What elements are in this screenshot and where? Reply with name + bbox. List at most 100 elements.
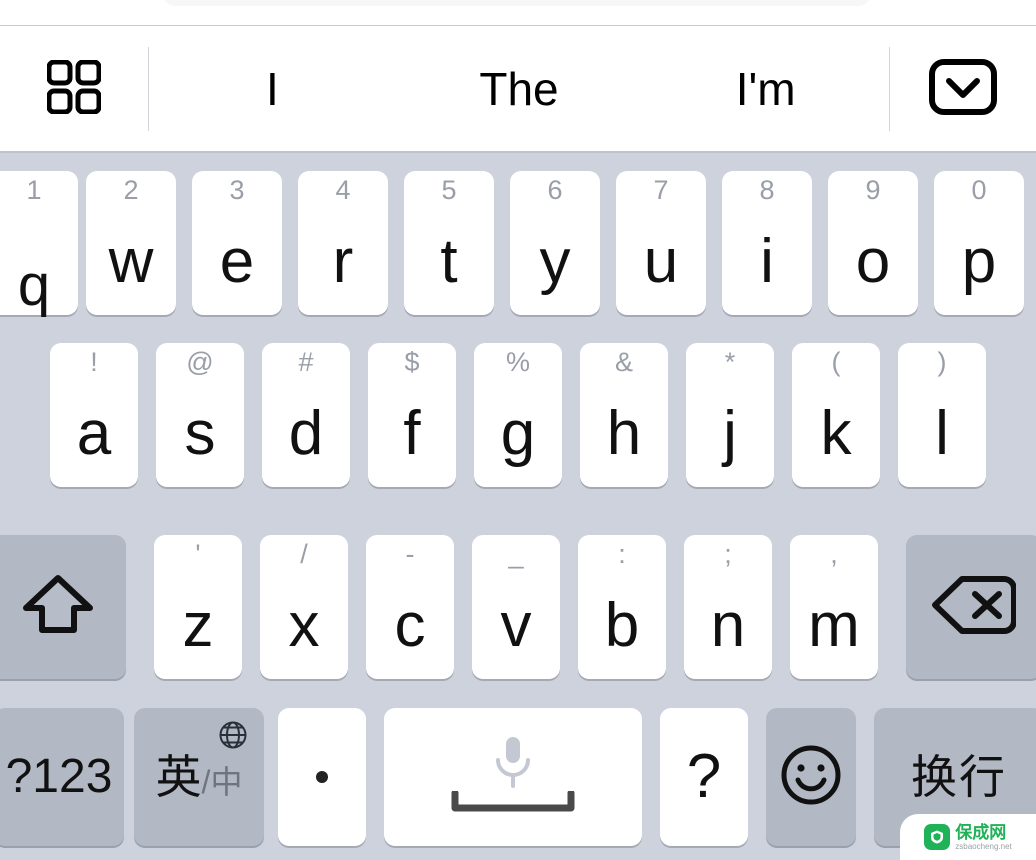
key-f[interactable]: $ f xyxy=(368,343,456,487)
key-c[interactable]: - c xyxy=(366,535,454,679)
period-key[interactable] xyxy=(278,708,366,846)
microphone-icon xyxy=(490,734,536,797)
key-k-alt-label: ( xyxy=(831,347,841,377)
backspace-key[interactable] xyxy=(906,535,1036,679)
site-watermark: 保成网 zsbaocheng.net xyxy=(900,814,1036,860)
key-t[interactable]: 5 t xyxy=(404,171,494,315)
key-j-label: j xyxy=(723,399,737,468)
keyboard-row-4: ?123 英 / 中 ? 换行 xyxy=(0,708,1036,846)
watermark-url: zsbaocheng.net xyxy=(955,841,1012,851)
key-a[interactable]: ! a xyxy=(50,343,138,487)
key-u[interactable]: 7 u xyxy=(616,171,706,315)
dismiss-keyboard-button[interactable] xyxy=(890,26,1036,152)
key-q-label: q xyxy=(17,253,51,318)
language-label-en: 英 xyxy=(155,751,202,803)
watermark-text: 保成网 zsbaocheng.net xyxy=(955,824,1012,851)
key-t-label: t xyxy=(440,227,458,296)
key-w-alt-label: 2 xyxy=(123,175,139,205)
keyboard-row-3: ' z / x - c _ v : b ; n , m xyxy=(0,535,1036,679)
period-dot-icon xyxy=(316,771,328,783)
key-e-alt-label: 3 xyxy=(229,175,245,205)
key-o-label: o xyxy=(855,227,891,296)
key-p[interactable]: 0 p xyxy=(934,171,1024,315)
grid-four-squares-icon xyxy=(46,59,102,119)
key-h[interactable]: & h xyxy=(580,343,668,487)
key-i-label: i xyxy=(760,227,774,296)
key-d[interactable]: # d xyxy=(262,343,350,487)
emoji-key[interactable] xyxy=(766,708,856,846)
key-z-alt-label: ' xyxy=(195,539,201,569)
key-s[interactable]: @ s xyxy=(156,343,244,487)
key-g-alt-label: % xyxy=(505,347,530,377)
key-j[interactable]: * j xyxy=(686,343,774,487)
suggestion-list: I The I'm xyxy=(149,26,889,152)
language-switch-key[interactable]: 英 / 中 xyxy=(134,708,264,846)
question-mark-key[interactable]: ? xyxy=(660,708,748,846)
keyboard-layout-grid-button[interactable] xyxy=(0,26,148,152)
key-e-label: e xyxy=(219,227,255,296)
key-b[interactable]: : b xyxy=(578,535,666,679)
partial-text-field[interactable] xyxy=(164,0,870,6)
key-o[interactable]: 9 o xyxy=(828,171,918,315)
key-v[interactable]: _ v xyxy=(472,535,560,679)
key-s-alt-label: @ xyxy=(186,347,214,377)
numeric-mode-key[interactable]: ?123 xyxy=(0,708,124,846)
key-p-label: p xyxy=(961,227,997,296)
key-r[interactable]: 4 r xyxy=(298,171,388,315)
key-m[interactable]: , m xyxy=(790,535,878,679)
keyboard-panel: 1 q 2 w 3 e 4 r 5 t 6 y 7 u 8 i 9 o 0 p … xyxy=(0,153,1036,860)
key-t-alt-label: 5 xyxy=(441,175,457,205)
numeric-mode-label: ?123 xyxy=(5,750,113,803)
key-x-alt-label: / xyxy=(300,539,308,569)
question-mark-label: ? xyxy=(686,742,722,811)
return-key-label: 换行 xyxy=(911,751,1007,803)
key-s-label: s xyxy=(184,399,216,468)
key-x[interactable]: / x xyxy=(260,535,348,679)
key-u-alt-label: 7 xyxy=(653,175,669,205)
dismiss-keyboard-chevron-down-icon xyxy=(929,58,997,120)
space-key[interactable] xyxy=(384,708,642,846)
key-c-alt-label: - xyxy=(405,539,415,569)
shift-key[interactable] xyxy=(0,535,126,679)
key-g[interactable]: % g xyxy=(474,343,562,487)
key-z[interactable]: ' z xyxy=(154,535,242,679)
key-n[interactable]: ; n xyxy=(684,535,772,679)
key-a-label: a xyxy=(76,399,112,468)
text-field-strip xyxy=(0,0,1036,26)
key-n-label: n xyxy=(710,591,746,660)
key-l-alt-label: ) xyxy=(937,347,947,377)
key-x-label: x xyxy=(288,591,320,660)
key-i-alt-label: 8 xyxy=(759,175,775,205)
key-b-label: b xyxy=(604,591,640,660)
key-l[interactable]: ) l xyxy=(898,343,986,487)
key-z-label: z xyxy=(182,591,214,660)
key-m-alt-label: , xyxy=(830,539,838,569)
key-q[interactable]: 1 q xyxy=(0,171,78,315)
globe-language-icon xyxy=(218,720,248,755)
shift-arrow-up-icon xyxy=(22,572,94,643)
key-c-label: c xyxy=(394,591,426,660)
suggestion-word-2[interactable]: The xyxy=(396,66,643,112)
key-w[interactable]: 2 w xyxy=(86,171,176,315)
key-y[interactable]: 6 y xyxy=(510,171,600,315)
key-i[interactable]: 8 i xyxy=(722,171,812,315)
keyboard-row-1: 1 q 2 w 3 e 4 r 5 t 6 y 7 u 8 i 9 o 0 p xyxy=(0,171,1036,315)
key-m-label: m xyxy=(808,591,860,660)
backspace-delete-icon xyxy=(932,574,1017,641)
key-a-alt-label: ! xyxy=(90,347,98,377)
key-u-label: u xyxy=(643,227,679,296)
key-r-alt-label: 4 xyxy=(335,175,351,205)
key-w-label: w xyxy=(108,227,154,296)
key-y-alt-label: 6 xyxy=(547,175,563,205)
key-q-alt-label: 1 xyxy=(26,175,42,205)
space-bar-icon xyxy=(451,789,575,818)
key-f-alt-label: $ xyxy=(404,347,420,377)
watermark-shield-logo-icon xyxy=(924,824,951,850)
key-l-label: l xyxy=(935,399,949,468)
suggestion-word-1[interactable]: I xyxy=(149,66,396,112)
key-e[interactable]: 3 e xyxy=(192,171,282,315)
language-label-separator: / xyxy=(201,764,211,800)
suggestion-word-3[interactable]: I'm xyxy=(642,66,889,112)
keyboard-row-2: ! a @ s # d $ f % g & h * j (k) l xyxy=(0,343,1036,487)
key-k[interactable]: ( k xyxy=(792,343,880,487)
